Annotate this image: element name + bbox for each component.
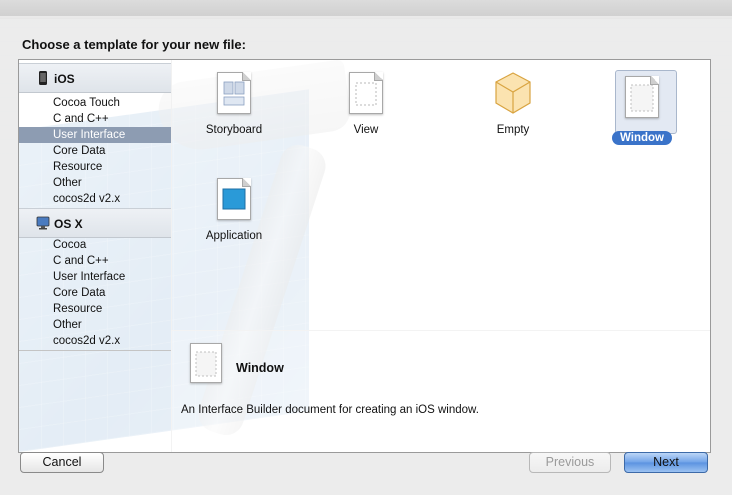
next-button[interactable]: Next [624, 452, 708, 473]
template-label: Window [597, 131, 687, 145]
sidebar-item-user-interface[interactable]: User Interface [19, 127, 171, 143]
sidebar-section-osx[interactable]: OS X [19, 208, 171, 238]
template-chooser: iOS Cocoa Touch C and C++ User Interface… [18, 59, 711, 453]
dialog-title: Choose a template for your new file: [22, 37, 246, 52]
template-application[interactable]: Application [189, 166, 279, 266]
template-empty[interactable]: Empty [468, 60, 558, 160]
template-detail-pane: Window An Interface Builder document for… [171, 330, 710, 452]
template-grid: Storyboard View Empty Window Application [171, 60, 710, 331]
application-file-icon [217, 178, 251, 220]
template-label: Empty [496, 124, 530, 136]
section-label: iOS [54, 72, 75, 86]
sidebar-item-c-and-cpp-osx[interactable]: C and C++ [19, 253, 171, 269]
sidebar-item-cocoa[interactable]: Cocoa [19, 237, 171, 253]
platform-sidebar: iOS Cocoa Touch C and C++ User Interface… [19, 60, 172, 452]
section-divider [19, 350, 171, 351]
template-label: Storyboard [205, 124, 263, 136]
iphone-icon [39, 71, 47, 85]
sidebar-item-core-data[interactable]: Core Data [19, 143, 171, 159]
sidebar-item-c-and-cpp[interactable]: C and C++ [19, 111, 171, 127]
sidebar-item-other[interactable]: Other [19, 175, 171, 191]
sidebar-item-resource[interactable]: Resource [19, 159, 171, 175]
section-label: OS X [54, 217, 83, 231]
template-sheet: Choose a template for your new file: iOS… [0, 16, 732, 495]
detail-title: Window [236, 361, 284, 375]
template-label: View [353, 124, 379, 136]
window-file-icon [625, 76, 659, 118]
sidebar-item-core-data-osx[interactable]: Core Data [19, 285, 171, 301]
template-view[interactable]: View [321, 60, 411, 160]
mac-icon [36, 216, 50, 230]
cancel-button[interactable]: Cancel [20, 452, 104, 473]
window-file-icon [190, 343, 222, 383]
detail-description: An Interface Builder document for creati… [181, 404, 479, 416]
sidebar-item-resource-osx[interactable]: Resource [19, 301, 171, 317]
selected-label: Window [612, 131, 672, 145]
sidebar-item-cocos2d[interactable]: cocos2d v2.x [19, 191, 171, 207]
storyboard-file-icon [217, 72, 251, 114]
sidebar-item-other-osx[interactable]: Other [19, 317, 171, 333]
template-storyboard[interactable]: Storyboard [189, 60, 279, 160]
template-label: Application [205, 230, 263, 242]
sidebar-item-user-interface-osx[interactable]: User Interface [19, 269, 171, 285]
previous-button[interactable]: Previous [529, 452, 611, 473]
template-window[interactable]: Window [597, 68, 687, 168]
sidebar-item-cocoa-touch[interactable]: Cocoa Touch [19, 95, 171, 111]
empty-cube-icon [495, 72, 531, 114]
sidebar-item-cocos2d-osx[interactable]: cocos2d v2.x [19, 333, 171, 349]
sidebar-section-ios[interactable]: iOS [19, 63, 171, 93]
view-file-icon [349, 72, 383, 114]
